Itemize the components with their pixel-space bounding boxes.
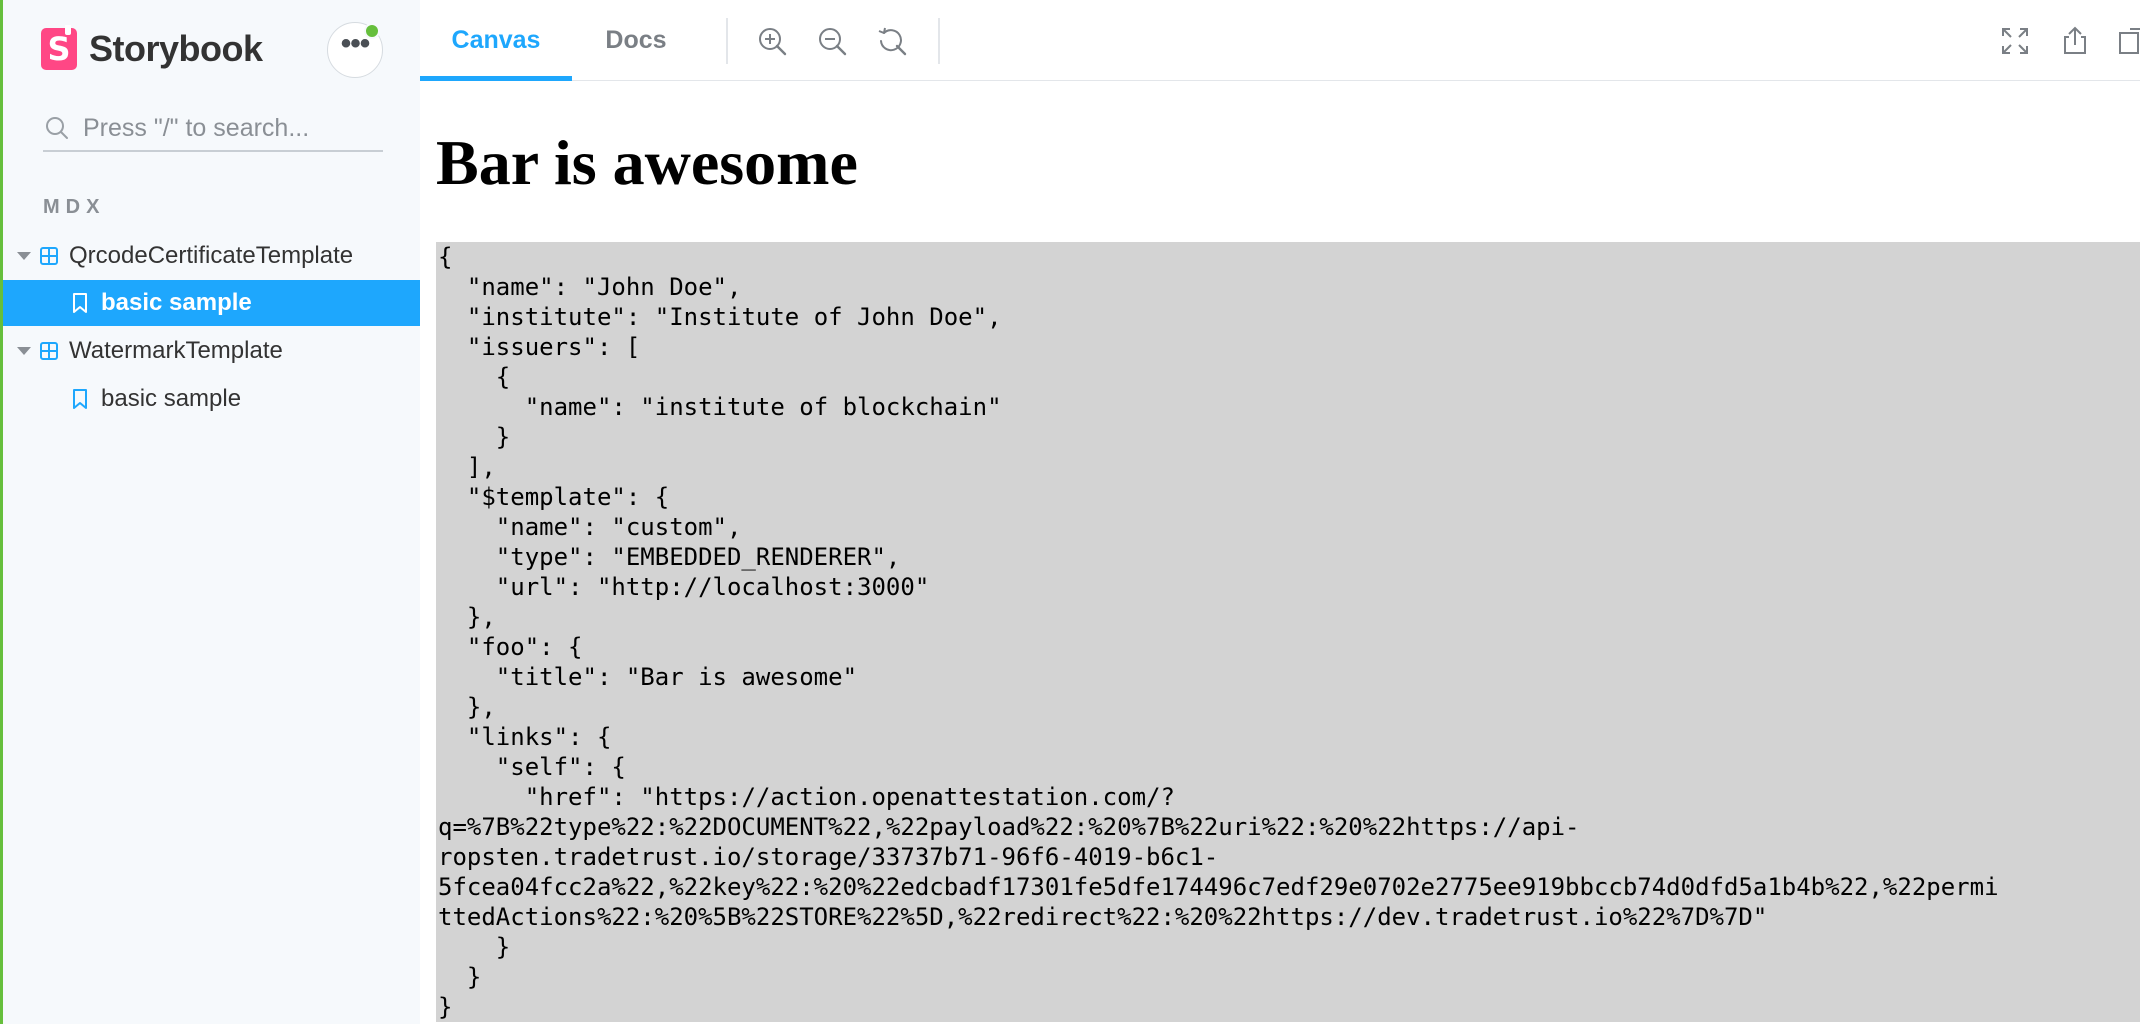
- toolbar-divider: [726, 18, 728, 64]
- storybook-app: S Storybook ••• MDX QrcodeCertificateTem…: [0, 0, 2140, 1024]
- tab-canvas[interactable]: Canvas: [420, 0, 572, 81]
- tree-item-label: QrcodeCertificateTemplate: [69, 242, 354, 269]
- toolbar-divider: [938, 18, 940, 64]
- brand-name: Storybook: [89, 28, 263, 69]
- tree-item-label: basic sample: [101, 289, 252, 316]
- zoom-in-button[interactable]: [753, 22, 791, 60]
- zoom-reset-icon: [878, 27, 907, 56]
- main-panel: Canvas Docs Bar is awesome {"name": "Jo…: [420, 0, 2140, 1024]
- search-input[interactable]: [83, 113, 373, 143]
- tree-component-qrcode-certificate-template[interactable]: QrcodeCertificateTemplate: [3, 233, 420, 279]
- tree-story-basic-sample-selected[interactable]: basic sample: [3, 280, 420, 326]
- tree-component-watermark-template[interactable]: WatermarkTemplate: [3, 328, 420, 374]
- story-canvas: Bar is awesome: [436, 120, 2140, 206]
- toolbar: Canvas Docs: [420, 0, 2140, 81]
- component-icon: [40, 342, 58, 360]
- tree-story-basic-sample[interactable]: basic sample: [3, 376, 420, 422]
- tab-docs[interactable]: Docs: [572, 0, 700, 81]
- status-dot: [364, 23, 380, 39]
- page-title: Bar is awesome: [436, 127, 858, 198]
- sidebar-menu-button[interactable]: •••: [327, 22, 383, 78]
- open-new-tab-icon: [2119, 28, 2140, 54]
- sidebar: S Storybook ••• MDX QrcodeCertificateTem…: [0, 0, 420, 1024]
- brand[interactable]: S Storybook: [41, 25, 263, 70]
- component-icon: [40, 247, 58, 265]
- json-code-block: { "name": "John Doe", "institute": "Inst…: [436, 242, 2140, 1022]
- zoom-reset-button[interactable]: [873, 22, 911, 60]
- tree-item-label: basic sample: [101, 385, 242, 412]
- zoom-out-button[interactable]: [813, 22, 851, 60]
- chevron-down-icon: [17, 347, 31, 355]
- fullscreen-button[interactable]: [1996, 22, 2034, 60]
- tab-label: Canvas: [451, 26, 541, 54]
- open-new-tab-button[interactable]: [2116, 22, 2140, 60]
- zoom-out-icon: [819, 28, 847, 56]
- chevron-down-icon: [17, 252, 31, 260]
- search-icon: [46, 117, 68, 139]
- bookmark-icon: [73, 293, 87, 313]
- storybook-logo-icon: S: [41, 25, 77, 70]
- share-button[interactable]: [2056, 22, 2094, 60]
- tree-item-label: WatermarkTemplate: [69, 337, 283, 364]
- bookmark-icon: [73, 389, 87, 409]
- share-icon: [2064, 26, 2086, 54]
- search-box: [43, 106, 383, 152]
- zoom-in-icon: [759, 28, 787, 56]
- section-label: MDX: [43, 196, 106, 218]
- tab-label: Docs: [605, 26, 667, 54]
- fullscreen-icon: [2002, 28, 2028, 54]
